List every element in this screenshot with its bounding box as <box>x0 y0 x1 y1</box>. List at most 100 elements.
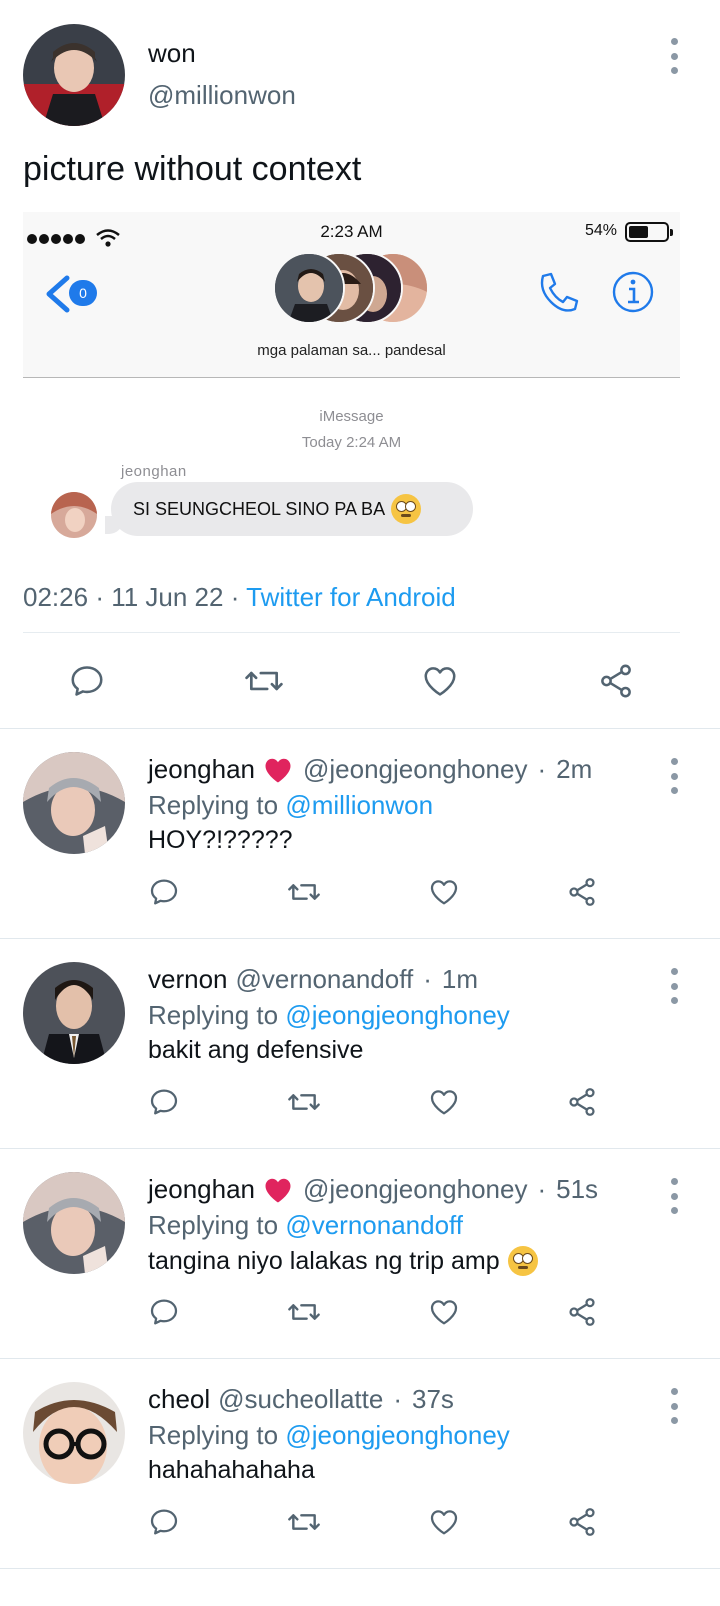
phone-icon[interactable] <box>535 270 581 316</box>
reply-button[interactable] <box>148 1506 180 1538</box>
reply-avatar[interactable] <box>23 962 125 1064</box>
tweet-text: picture without context <box>23 150 362 188</box>
more-vertical-icon[interactable] <box>667 968 681 1004</box>
replying-to: Replying to @vernonandoff <box>148 1210 464 1240</box>
reply-author-name[interactable]: jeonghan <box>148 1174 255 1205</box>
unread-badge: 0 <box>69 280 97 306</box>
red-heart-emoji-icon <box>265 1178 291 1202</box>
divider <box>0 938 720 939</box>
reply-author-name[interactable]: cheol <box>148 1384 210 1415</box>
tweet-meta: 02:26 · 11 Jun 22 · Twitter for Android <box>23 582 456 612</box>
imessage-header: 2:23 AM 54% 0 mga palaman sa... pandesal <box>23 212 680 378</box>
divider <box>0 1358 720 1359</box>
more-vertical-icon[interactable] <box>667 1388 681 1424</box>
group-avatars[interactable] <box>273 252 433 328</box>
reply-button[interactable] <box>148 1086 180 1118</box>
author-name[interactable]: won <box>148 38 196 69</box>
reply-avatar[interactable] <box>23 1172 125 1274</box>
replying-to: Replying to @millionwon <box>148 790 434 820</box>
status-bar-time: 2:23 AM <box>320 222 383 241</box>
red-heart-emoji-icon <box>265 758 291 782</box>
eye-roll-emoji-icon <box>391 494 422 524</box>
reply-action-bar <box>148 1086 618 1118</box>
reply-header: jeonghan @jeongjeonghoney · 2m <box>148 754 593 785</box>
like-button[interactable] <box>428 876 460 908</box>
reply-text: tangina niyo lalakas ng trip amp <box>148 1246 538 1276</box>
reply-button[interactable] <box>148 1296 180 1328</box>
reply-avatar[interactable] <box>23 1382 125 1484</box>
reply-time: 2m <box>556 754 593 784</box>
more-vertical-icon[interactable] <box>667 38 681 74</box>
replying-to-link[interactable]: @millionwon <box>285 790 433 820</box>
sender-avatar <box>51 492 97 538</box>
retweet-button[interactable] <box>286 1296 322 1328</box>
reply-author-handle[interactable]: @jeongjeonghoney <box>303 1174 527 1205</box>
reply-header: jeonghan @jeongjeonghoney · 51s <box>148 1174 599 1205</box>
reply-action-bar <box>148 1296 618 1328</box>
message-text: SI SEUNGCHEOL SINO PA BA <box>133 498 386 519</box>
divider <box>0 1148 720 1149</box>
reply-button[interactable] <box>68 662 106 700</box>
more-vertical-icon[interactable] <box>667 1178 681 1214</box>
author-handle[interactable]: @millionwon <box>148 80 296 111</box>
reply-time: 37s <box>411 1384 454 1414</box>
like-button[interactable] <box>428 1296 460 1328</box>
reply-text: HOY?!????? <box>148 826 293 854</box>
reply-time: 1m <box>441 964 479 994</box>
message-bubble: SI SEUNGCHEOL SINO PA BA <box>111 482 473 536</box>
retweet-button[interactable] <box>286 1506 322 1538</box>
like-button[interactable] <box>428 1506 460 1538</box>
divider <box>0 728 720 729</box>
message-timestamp: Today 2:24 AM <box>301 434 402 451</box>
more-vertical-icon[interactable] <box>667 758 681 794</box>
reply-tweet[interactable]: cheol @sucheollatte · 37s Replying to @j… <box>0 1360 720 1570</box>
reply-button[interactable] <box>148 876 180 908</box>
like-button[interactable] <box>420 662 460 700</box>
reply-tweet[interactable]: jeonghan @jeongjeonghoney · 51s Replying… <box>0 1150 720 1360</box>
reply-author-handle[interactable]: @sucheollatte <box>218 1384 383 1415</box>
like-button[interactable] <box>428 1086 460 1118</box>
reply-header: vernon @vernonandoff · 1m <box>148 964 479 995</box>
main-tweet: won @millionwon picture without context … <box>0 0 720 745</box>
share-button[interactable] <box>596 662 636 700</box>
tweet-media-image[interactable]: 2:23 AM 54% 0 mga palaman sa... pandesal… <box>23 212 680 552</box>
eye-roll-emoji-icon <box>507 1246 538 1276</box>
reply-author-name[interactable]: vernon <box>148 964 228 995</box>
reply-author-handle[interactable]: @vernonandoff <box>236 964 414 995</box>
reply-action-bar <box>148 876 618 908</box>
tweet-date: 11 Jun 22 <box>111 582 224 612</box>
reply-author-name[interactable]: jeonghan <box>148 754 255 785</box>
reply-text: hahahahahaha <box>148 1456 315 1484</box>
author-avatar[interactable] <box>23 24 125 126</box>
battery-icon <box>625 222 673 242</box>
replying-to-link[interactable]: @jeongjeonghoney <box>285 1420 509 1450</box>
divider <box>23 632 680 633</box>
retweet-button[interactable] <box>242 662 286 700</box>
info-icon[interactable] <box>611 270 655 314</box>
replying-to: Replying to @jeongjeonghoney <box>148 1420 510 1450</box>
share-button[interactable] <box>566 1086 598 1118</box>
replying-to-link[interactable]: @jeongjeonghoney <box>285 1000 509 1030</box>
sender-name: jeonghan <box>121 463 187 480</box>
tweet-source-link[interactable]: Twitter for Android <box>246 582 456 612</box>
replying-to: Replying to @jeongjeonghoney <box>148 1000 510 1030</box>
reply-author-handle[interactable]: @jeongjeonghoney <box>303 754 527 785</box>
reply-avatar[interactable] <box>23 752 125 854</box>
reply-time: 51s <box>556 1174 599 1204</box>
replying-to-link[interactable]: @vernonandoff <box>285 1210 463 1240</box>
share-button[interactable] <box>566 876 598 908</box>
reply-text: bakit ang defensive <box>148 1036 364 1064</box>
retweet-button[interactable] <box>286 876 322 908</box>
battery-percent: 54% <box>585 222 618 239</box>
share-button[interactable] <box>566 1296 598 1328</box>
reply-action-bar <box>148 1506 618 1538</box>
service-label: iMessage <box>319 408 384 425</box>
retweet-button[interactable] <box>286 1086 322 1118</box>
group-name: mga palaman sa... pandesal <box>257 342 446 359</box>
group-member-avatar <box>273 252 345 324</box>
reply-tweet[interactable]: jeonghan @jeongjeonghoney · 2m Replying … <box>0 730 720 940</box>
reply-header: cheol @sucheollatte · 37s <box>148 1384 454 1415</box>
reply-tweet[interactable]: vernon @vernonandoff · 1m Replying to @j… <box>0 940 720 1150</box>
share-button[interactable] <box>566 1506 598 1538</box>
divider <box>0 1568 720 1569</box>
